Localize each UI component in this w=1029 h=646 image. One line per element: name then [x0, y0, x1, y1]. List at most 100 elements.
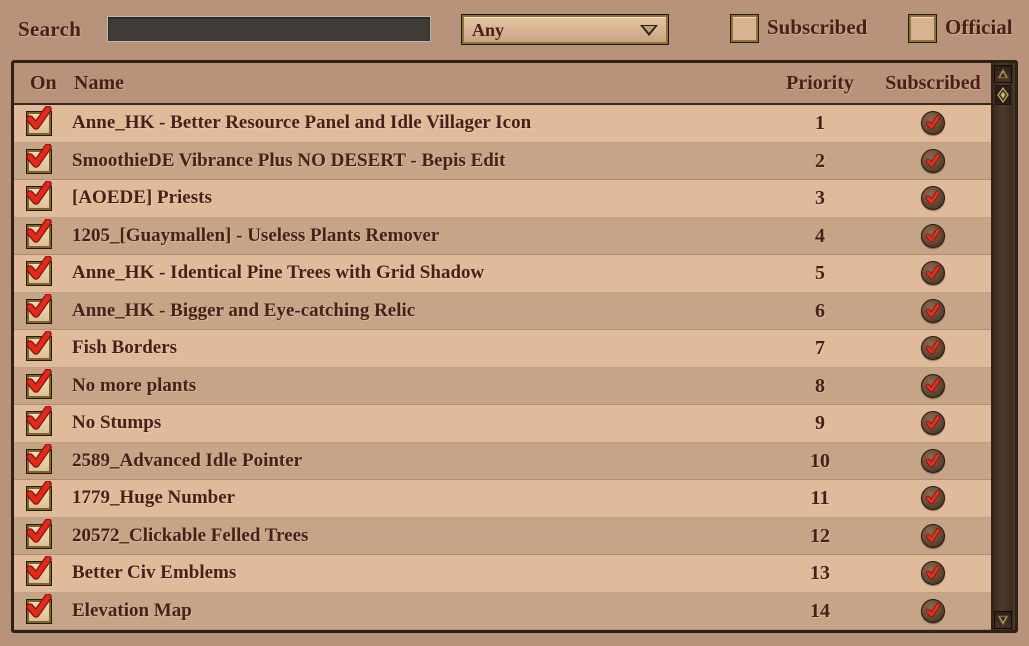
subscribed-checkmark-glyph [925, 152, 941, 167]
checkmark-glyph [26, 481, 52, 505]
subscribed-filter-label: Subscribed [767, 15, 868, 39]
mod-subscribed-cell [872, 561, 994, 590]
subscribed-checkmark-glyph [925, 265, 941, 280]
mod-subscribed-cell [872, 373, 994, 403]
mod-priority: 9 [815, 412, 825, 434]
mod-priority: 2 [815, 149, 825, 172]
mod-name: Anne_HK - Bigger and Eye-catching Relic [72, 299, 416, 321]
scroll-thumb-diamond-icon[interactable] [994, 84, 1012, 106]
mod-name: Better Civ Emblems [72, 562, 237, 583]
subscribed-checkmark-glyph [925, 302, 941, 317]
subscribed-checkmark-glyph [925, 340, 941, 355]
mod-name: No Stumps [72, 412, 162, 433]
mod-enabled-checkbox[interactable] [26, 443, 52, 474]
table-row[interactable]: 1779_Huge Number 11 [14, 480, 1015, 518]
official-filter-checkbox[interactable] [908, 14, 937, 43]
scroll-thumb-glyph [994, 84, 1012, 106]
mod-subscribed-cell [872, 186, 994, 215]
mod-name: Anne_HK - Identical Pine Trees with Grid… [72, 262, 485, 283]
table-row[interactable]: Anne_HK - Identical Pine Trees with Grid… [14, 255, 1015, 293]
column-header-on[interactable]: On [30, 72, 57, 95]
mods-rows-viewport: Anne_HK - Better Resource Panel and Idle… [14, 105, 1015, 630]
table-row[interactable]: 20572_Clickable Felled Trees 12 [14, 517, 1015, 555]
mod-enabled-checkbox[interactable] [26, 406, 52, 436]
scroll-up-arrow-glyph [997, 68, 1009, 79]
mods-list-panel: On Name Priority Subscribed Anne_HK - Be… [11, 60, 1018, 633]
mod-enabled-checkbox[interactable] [26, 593, 52, 624]
table-row[interactable]: [AOEDE] Priests 3 [14, 180, 1015, 218]
checkmark-glyph [26, 218, 52, 243]
table-row[interactable]: SmoothieDE Vibrance Plus NO DESERT - Bep… [14, 142, 1015, 180]
subscribed-badge-icon [921, 186, 945, 210]
column-header-subscribed[interactable]: Subscribed [872, 72, 994, 95]
column-header-priority[interactable]: Priority [780, 72, 860, 95]
checkmark-glyph [26, 293, 52, 318]
subscribed-badge-icon [921, 261, 945, 285]
checkmark-glyph [26, 518, 52, 543]
subscribed-badge-icon [921, 111, 945, 135]
mod-priority: 1 [815, 112, 825, 134]
mod-enabled-checkbox[interactable] [26, 143, 52, 174]
subscribed-checkmark-glyph [925, 227, 941, 242]
search-input[interactable] [107, 16, 431, 42]
checkmark-glyph [26, 406, 52, 430]
table-row[interactable]: 2589_Advanced Idle Pointer 10 [14, 442, 1015, 480]
checkmark-glyph [26, 368, 52, 393]
mod-enabled-checkbox[interactable] [26, 256, 52, 286]
mod-priority: 6 [815, 299, 825, 322]
mod-enabled-checkbox[interactable] [26, 481, 52, 511]
table-row[interactable]: Anne_HK - Better Resource Panel and Idle… [14, 105, 1015, 143]
subscribed-badge-icon [921, 448, 945, 473]
subscribed-badge-icon [921, 148, 945, 173]
mod-name: 20572_Clickable Felled Trees [72, 524, 309, 546]
table-row[interactable]: 1205_[Guaymallen] - Useless Plants Remov… [14, 217, 1015, 255]
table-header: On Name Priority Subscribed [14, 63, 1015, 105]
mod-name: [AOEDE] Priests [72, 187, 212, 208]
mod-name: Fish Borders [72, 337, 178, 358]
table-row[interactable]: Anne_HK - Bigger and Eye-catching Relic 6 [14, 292, 1015, 330]
mod-enabled-checkbox[interactable] [26, 218, 52, 249]
mod-enabled-checkbox[interactable] [26, 331, 52, 361]
mod-enabled-checkbox[interactable] [26, 181, 52, 211]
subscribed-filter-checkbox[interactable] [730, 14, 759, 43]
subscribed-checkmark-glyph [925, 190, 941, 205]
toolbar: Search Any Subscribed Official [0, 0, 1029, 58]
subscribed-checkmark-glyph [925, 490, 941, 505]
subscribed-checkmark-glyph [925, 527, 941, 542]
mod-priority: 10 [810, 449, 830, 472]
subscribed-checkmark-glyph [925, 565, 941, 580]
scrollbar-track[interactable] [993, 63, 1013, 630]
mod-name: No more plants [72, 374, 197, 396]
column-header-name[interactable]: Name [74, 72, 124, 95]
subscribed-checkmark-glyph [925, 452, 941, 467]
mod-subscribed-cell [872, 523, 994, 553]
mod-priority: 14 [810, 599, 830, 622]
vertical-scrollbar[interactable] [991, 63, 1015, 630]
scroll-down-arrow-icon[interactable] [994, 611, 1012, 629]
table-row[interactable]: Better Civ Emblems 13 [14, 555, 1015, 593]
mod-enabled-checkbox[interactable] [26, 556, 52, 586]
filter-dropdown-value: Any [472, 20, 505, 40]
subscribed-badge-icon [921, 223, 945, 248]
mod-enabled-checkbox[interactable] [26, 518, 52, 549]
mod-enabled-checkbox[interactable] [26, 106, 52, 136]
table-row[interactable]: Fish Borders 7 [14, 330, 1015, 368]
subscribed-checkmark-glyph [925, 115, 941, 130]
mod-priority: 12 [810, 524, 830, 547]
mod-enabled-checkbox[interactable] [26, 368, 52, 399]
chevron-down-icon [640, 25, 658, 36]
subscribed-checkmark-glyph [925, 602, 941, 617]
table-row[interactable]: No Stumps 9 [14, 405, 1015, 443]
mod-enabled-checkbox[interactable] [26, 293, 52, 324]
mod-subscribed-cell [872, 223, 994, 253]
checkmark-glyph [26, 106, 52, 130]
mod-subscribed-cell [872, 298, 994, 328]
scroll-up-arrow-icon[interactable] [994, 65, 1012, 83]
mod-name: SmoothieDE Vibrance Plus NO DESERT - Bep… [72, 149, 506, 171]
table-row[interactable]: Elevation Map 14 [14, 592, 1015, 630]
mod-priority: 7 [815, 337, 825, 359]
subscribed-badge-icon [921, 373, 945, 398]
filter-dropdown[interactable]: Any [461, 14, 669, 45]
table-row[interactable]: No more plants 8 [14, 367, 1015, 405]
mod-priority: 4 [815, 224, 825, 247]
